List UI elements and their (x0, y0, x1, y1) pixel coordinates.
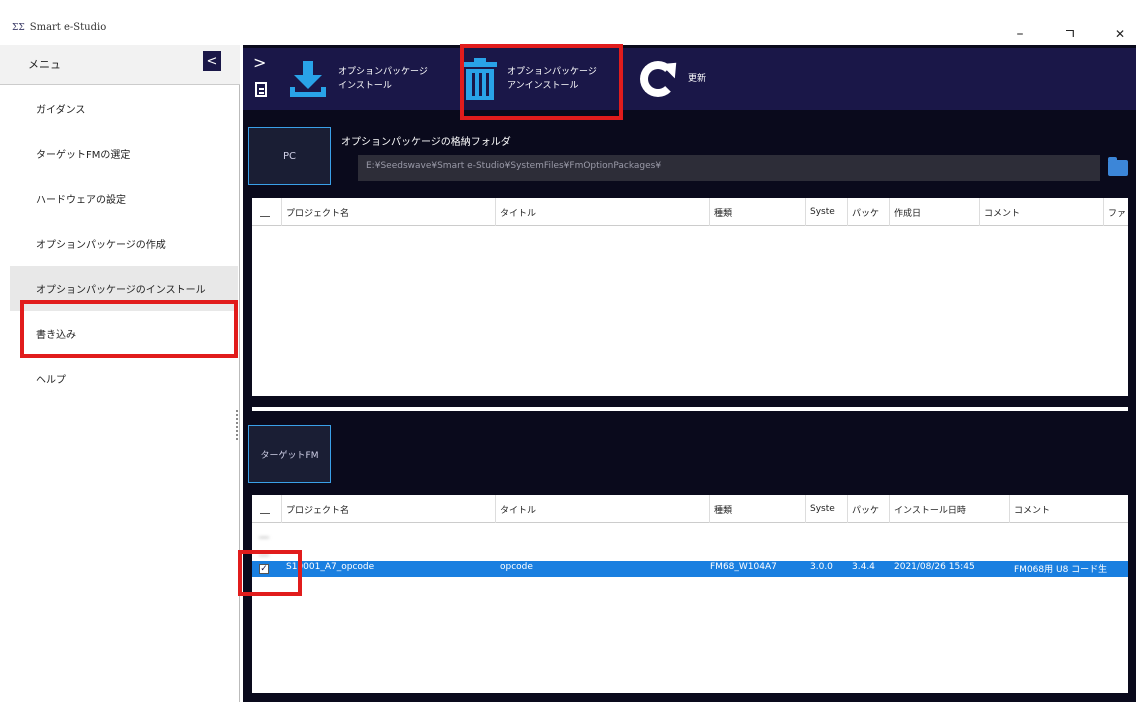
column-header[interactable]: タイトル (496, 198, 710, 226)
app-title-text: Smart e-Studio (29, 22, 107, 33)
folder-icon[interactable] (1108, 157, 1128, 176)
cell-type: FM68_W104A7 (710, 562, 777, 572)
column-header[interactable]: パッケ (848, 495, 890, 523)
sidebar-collapse-button[interactable]: < (203, 51, 221, 71)
sidebar-item-label: ヘルプ (36, 375, 66, 386)
column-header[interactable]: パッケ (848, 198, 890, 226)
cell-date: 2021/08/26 15:45 (894, 562, 975, 572)
cell-system: 3.0.0 (810, 562, 833, 572)
tab-target-fm[interactable]: ターゲットFM (248, 425, 331, 483)
cell-system (810, 526, 848, 540)
cell-comment: FM068用 U8 コード生 (1014, 565, 1108, 575)
install-label: オプションパッケージ インストール (338, 65, 428, 93)
sidebar-item-guidance[interactable]: ガイダンス (10, 86, 238, 131)
expand-toggle-icon[interactable]: > (253, 53, 266, 72)
refresh-icon (638, 55, 684, 99)
main-panel: > オプションパッケージ インストール オプションパッケージ アンインストール (243, 44, 1136, 702)
sidebar-item-label: ハードウェアの設定 (36, 195, 126, 206)
cell-package: 3.4.4 (852, 562, 875, 572)
row-checkbox[interactable] (259, 528, 269, 538)
column-header[interactable]: Syste (806, 495, 848, 523)
table-row-selected[interactable]: ✓ S10001_A7_opcode opcode FM68_W104A7 3.… (252, 561, 1128, 577)
sidebar-title: メニュ (28, 58, 61, 71)
cell-package (852, 526, 890, 540)
column-header[interactable]: インストール日時 (890, 495, 1010, 523)
sidebar-item-label: ターゲットFMの選定 (36, 150, 131, 161)
table-header: プロジェクト名 タイトル 種類 Syste パッケ 作成日 コメント ファ (252, 198, 1128, 226)
cell-title: opcode (500, 562, 533, 572)
title-bar: ΣΣ Smart e-Studio – ㄱ ✕ (0, 0, 1136, 45)
cell-type (714, 526, 806, 540)
folder-label: オプションパッケージの格納フォルダ (341, 137, 511, 148)
refresh-label: 更新 (688, 74, 707, 84)
cell-title (500, 526, 710, 540)
cell-project (286, 526, 496, 540)
sidebar-header: メニュ < (0, 45, 240, 85)
close-button[interactable]: ✕ (1110, 26, 1130, 42)
column-header[interactable]: ファ (1104, 198, 1128, 226)
sidebar-item-help[interactable]: ヘルプ (10, 356, 238, 401)
document-icon[interactable] (255, 82, 267, 97)
select-all-checkbox[interactable] (252, 495, 282, 523)
sidebar-item-label: オプションパッケージのインストール (36, 285, 206, 296)
target-package-table: プロジェクト名 タイトル 種類 Syste パッケ インストール日時 コメント (252, 495, 1128, 693)
refresh-button[interactable]: 更新 (638, 55, 707, 102)
column-header[interactable]: Syste (806, 198, 848, 226)
cell-system (810, 544, 848, 558)
maximize-button[interactable]: ㄱ (1060, 26, 1080, 43)
app-logo-icon: ΣΣ (12, 22, 25, 33)
annotation-highlight-menu (20, 300, 238, 358)
minimize-button[interactable]: – (1010, 26, 1030, 42)
column-header[interactable]: プロジェクト名 (282, 495, 496, 523)
install-label-line2: インストール (338, 81, 392, 91)
cell-date (894, 544, 1010, 558)
sidebar-item-create-package[interactable]: オプションパッケージの作成 (10, 221, 238, 266)
pc-package-table: プロジェクト名 タイトル 種類 Syste パッケ 作成日 コメント ファ (252, 198, 1128, 396)
panel-divider[interactable] (252, 407, 1128, 411)
sidebar-item-target-fm[interactable]: ターゲットFMの選定 (10, 131, 238, 176)
annotation-highlight-checkbox (238, 550, 302, 596)
download-icon (288, 61, 328, 97)
cell-project (286, 544, 496, 558)
toolbar: > オプションパッケージ インストール オプションパッケージ アンインストール (243, 44, 1136, 120)
column-header[interactable]: 作成日 (890, 198, 980, 226)
cell-project: S10001_A7_opcode (286, 562, 375, 572)
cell-comment (1014, 544, 1128, 558)
column-header[interactable]: コメント (980, 198, 1104, 226)
column-header[interactable]: コメント (1010, 495, 1128, 523)
install-package-button[interactable]: オプションパッケージ インストール (288, 56, 428, 102)
column-header[interactable]: 種類 (710, 495, 806, 523)
annotation-highlight-uninstall (460, 44, 623, 120)
cell-title (500, 544, 710, 558)
table-row[interactable] (252, 543, 1128, 559)
cell-type (714, 544, 806, 558)
table-header: プロジェクト名 タイトル 種類 Syste パッケ インストール日時 コメント (252, 495, 1128, 523)
table-row[interactable] (252, 525, 1128, 541)
select-all-checkbox[interactable] (252, 198, 282, 226)
sidebar-item-hardware[interactable]: ハードウェアの設定 (10, 176, 238, 221)
column-header[interactable]: 種類 (710, 198, 806, 226)
tab-pc[interactable]: PC (248, 127, 331, 185)
sidebar: メニュ < ガイダンス ターゲットFMの選定 ハードウェアの設定 オプションパッ… (0, 45, 240, 702)
column-header[interactable]: タイトル (496, 495, 710, 523)
cell-comment (1014, 526, 1128, 540)
cell-date (894, 526, 1010, 540)
cell-package (852, 544, 890, 558)
folder-path-input[interactable]: E:¥Seedswave¥Smart e-Studio¥SystemFiles¥… (358, 155, 1100, 181)
app-title: ΣΣ Smart e-Studio (12, 22, 106, 33)
column-header[interactable]: プロジェクト名 (282, 198, 496, 226)
splitter-handle[interactable] (236, 410, 238, 440)
install-label-line1: オプションパッケージ (338, 67, 428, 77)
sidebar-item-label: オプションパッケージの作成 (36, 240, 166, 251)
sidebar-item-label: ガイダンス (36, 105, 86, 116)
